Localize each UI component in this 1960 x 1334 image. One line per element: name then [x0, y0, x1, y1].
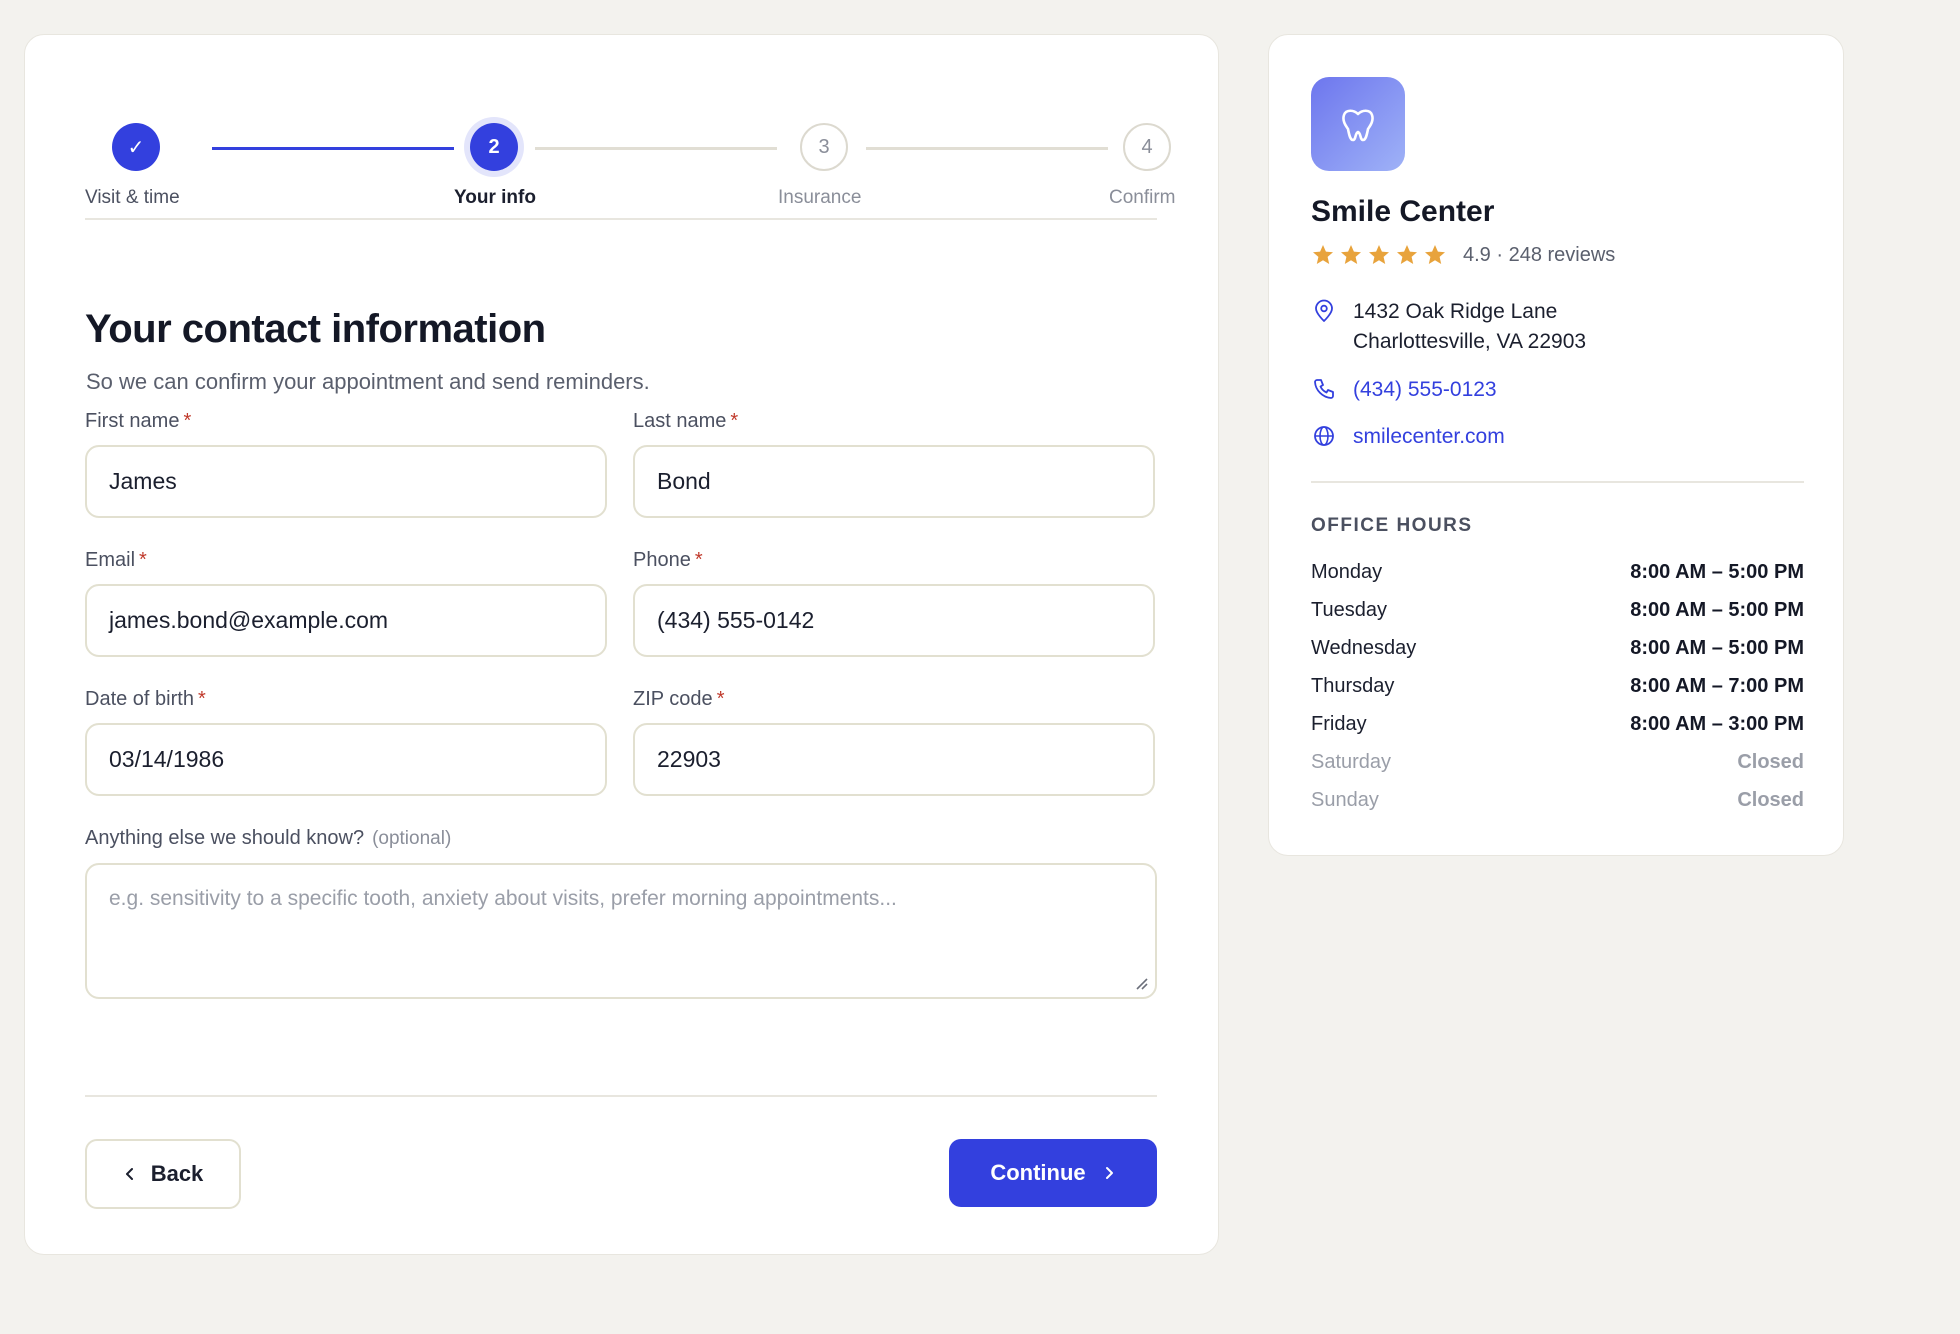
phone-icon	[1314, 379, 1334, 399]
required-marker: *	[197, 688, 206, 710]
continue-button[interactable]: Continue	[949, 1139, 1157, 1207]
clinic-website-link[interactable]: smilecenter.com	[1353, 422, 1505, 452]
hours-time: Closed	[1737, 788, 1804, 811]
notes-label: Anything else we should know? (optional)	[85, 827, 452, 849]
optional-hint: (optional)	[372, 828, 452, 849]
hours-row: Friday 8:00 AM – 3:00 PM	[1311, 705, 1804, 743]
star-icon	[1313, 245, 1333, 264]
hours-row: Tuesday 8:00 AM – 5:00 PM	[1311, 591, 1804, 629]
required-marker: *	[730, 410, 739, 432]
dob-input[interactable]: 03/14/1986	[85, 723, 607, 796]
notes-textarea[interactable]: e.g. sensitivity to a specific tooth, an…	[85, 863, 1157, 999]
step-2-label: Your info	[454, 187, 536, 208]
step-3-indicator: 3	[800, 123, 848, 171]
hours-time: 8:00 AM – 3:00 PM	[1630, 712, 1804, 735]
back-button[interactable]: Back	[85, 1139, 241, 1209]
actions-divider	[85, 1095, 1157, 1097]
hours-row: Monday 8:00 AM – 5:00 PM	[1311, 553, 1804, 591]
step-3-label: Insurance	[778, 187, 862, 208]
address-line-1: 1432 Oak Ridge Lane	[1353, 300, 1558, 323]
hours-time: 8:00 AM – 5:00 PM	[1630, 636, 1804, 659]
tooth-icon	[1342, 109, 1374, 142]
stepper-divider	[85, 218, 1157, 220]
clinic-phone[interactable]: (434) 555-0123	[1311, 375, 1497, 405]
star-icon	[1397, 245, 1417, 264]
zip-input[interactable]: 22903	[633, 723, 1155, 796]
star-icon	[1425, 245, 1445, 264]
last-name-label: Last name *	[633, 410, 739, 432]
step-1-label[interactable]: Visit & time	[85, 187, 180, 209]
required-marker: *	[183, 410, 192, 432]
step-2-indicator: 2	[470, 123, 518, 171]
address-line-2: Charlottesville, VA 22903	[1353, 330, 1587, 353]
hours-day: Monday	[1311, 560, 1383, 583]
hours-time: 8:00 AM – 5:00 PM	[1630, 598, 1804, 621]
hours-day: Saturday	[1311, 750, 1392, 773]
hours-day: Wednesday	[1311, 636, 1417, 659]
hours-row: Thursday 8:00 AM – 7:00 PM	[1311, 667, 1804, 705]
hours-row: Wednesday 8:00 AM – 5:00 PM	[1311, 629, 1804, 667]
office-hours-title: OFFICE HOURS	[1311, 515, 1473, 536]
chevron-right-icon	[1105, 1167, 1113, 1179]
required-marker: *	[716, 688, 725, 710]
clinic-logo	[1311, 77, 1405, 171]
hours-time: Closed	[1737, 750, 1804, 773]
form-subtitle: So we can confirm your appointment and s…	[86, 369, 650, 394]
star-icon	[1341, 245, 1361, 264]
hours-row: Saturday Closed	[1311, 743, 1804, 781]
office-hours-list: Monday 8:00 AM – 5:00 PM Tuesday 8:00 AM…	[1311, 553, 1804, 819]
stepper-connector-2	[535, 147, 777, 150]
hours-row: Sunday Closed	[1311, 781, 1804, 819]
hours-day: Tuesday	[1311, 598, 1387, 621]
first-name-label: First name *	[85, 410, 192, 432]
dob-label: Date of birth *	[85, 688, 206, 710]
clinic-phone-link[interactable]: (434) 555-0123	[1353, 375, 1497, 405]
back-button-label: Back	[150, 1161, 204, 1186]
stepper-connector-3	[866, 147, 1108, 150]
zip-label: ZIP code *	[633, 688, 725, 710]
hours-divider	[1311, 481, 1804, 483]
required-marker: *	[139, 549, 147, 571]
globe-icon	[1314, 426, 1334, 446]
phone-label: Phone *	[633, 549, 703, 571]
rating-text: 4.9 · 248 reviews	[1463, 243, 1616, 266]
step-4-label: Confirm	[1109, 187, 1176, 208]
step-4-indicator: 4	[1123, 123, 1171, 171]
email-label: Email *	[85, 549, 147, 571]
clinic-address: 1432 Oak Ridge Lane Charlottesville, VA …	[1311, 297, 1586, 357]
first-name-input[interactable]: James	[85, 445, 607, 518]
clinic-name: Smile Center	[1311, 195, 1495, 228]
resize-handle-icon[interactable]	[1133, 975, 1149, 991]
phone-input[interactable]: (434) 555-0142	[633, 584, 1155, 657]
clinic-website[interactable]: smilecenter.com	[1311, 422, 1505, 452]
clinic-info-card: Smile Center 4.9 · 248 reviews 1432 Oak …	[1268, 34, 1844, 856]
hours-day: Thursday	[1311, 674, 1395, 697]
map-pin-icon	[1315, 299, 1333, 322]
stepper-connector-1	[212, 147, 454, 150]
hours-day: Friday	[1311, 712, 1367, 735]
clinic-rating: 4.9 · 248 reviews	[1311, 243, 1615, 267]
email-input[interactable]: james.bond@example.com	[85, 584, 607, 657]
star-icon	[1369, 245, 1389, 264]
booking-form-card: ✓ 2 3 4 Visit & time Your info Insurance…	[24, 34, 1219, 1255]
continue-button-label: Continue	[990, 1160, 1086, 1185]
last-name-input[interactable]: Bond	[633, 445, 1155, 518]
hours-time: 8:00 AM – 7:00 PM	[1630, 674, 1804, 697]
required-marker: *	[694, 549, 703, 571]
hours-time: 8:00 AM – 5:00 PM	[1630, 560, 1804, 583]
step-1-check-icon[interactable]: ✓	[112, 123, 160, 171]
hours-day: Sunday	[1311, 788, 1379, 811]
notes-placeholder: e.g. sensitivity to a specific tooth, an…	[109, 887, 897, 910]
chevron-left-icon	[125, 1168, 133, 1180]
progress-stepper: ✓ 2 3 4 Visit & time Your info Insurance…	[85, 89, 1176, 208]
form-title: Your contact information	[85, 307, 546, 351]
